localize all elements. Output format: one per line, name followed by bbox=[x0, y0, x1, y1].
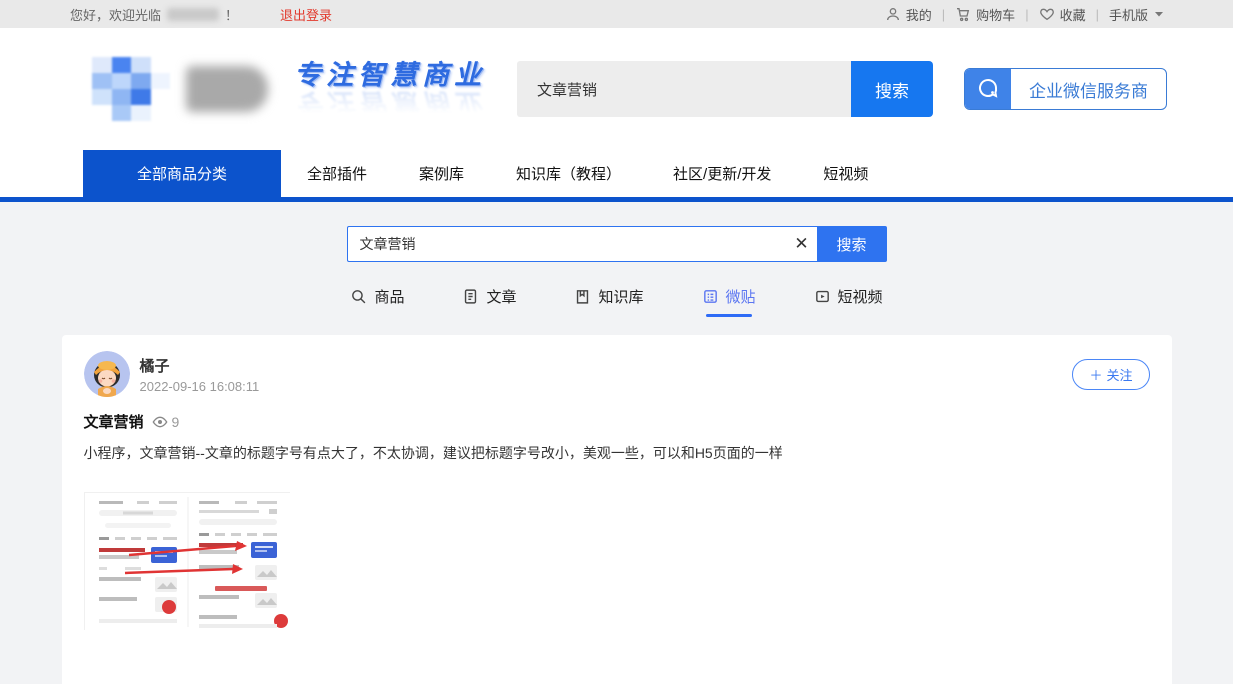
divider: | bbox=[1096, 7, 1099, 22]
tab-articles[interactable]: 文章 bbox=[462, 286, 516, 317]
tab-short-video-label: 短视频 bbox=[838, 286, 883, 307]
result-search-bar: ✕ 搜索 bbox=[347, 226, 887, 262]
tab-articles-label: 文章 bbox=[486, 286, 516, 307]
plus-icon: ＋ bbox=[1089, 365, 1102, 384]
eye-icon bbox=[152, 414, 168, 430]
my-account-link[interactable]: 我的 bbox=[885, 5, 932, 24]
tab-knowledge-label: 知识库 bbox=[598, 286, 643, 307]
user-icon bbox=[885, 6, 901, 22]
post-image-thumbnail[interactable] bbox=[84, 492, 290, 630]
follow-button[interactable]: ＋ 关注 bbox=[1072, 359, 1149, 390]
logout-link[interactable]: 退出登录 bbox=[280, 5, 332, 24]
divider: | bbox=[1025, 7, 1028, 22]
tab-knowledge[interactable]: 知识库 bbox=[574, 286, 643, 317]
wechat-service-badge[interactable]: 企业微信服务商 bbox=[964, 68, 1167, 110]
avatar[interactable] bbox=[84, 351, 130, 397]
view-count: 9 bbox=[172, 414, 180, 430]
header-search-input[interactable] bbox=[517, 61, 851, 117]
cart-link[interactable]: 购物车 bbox=[955, 5, 1015, 24]
tab-short-video[interactable]: 短视频 bbox=[814, 286, 883, 317]
site-header: 专注智慧商业 专注智慧商业 搜索 企业微信服务商 bbox=[0, 28, 1233, 150]
list-icon bbox=[702, 288, 719, 305]
book-icon bbox=[574, 288, 591, 305]
caret-down-icon bbox=[1153, 8, 1165, 20]
video-icon bbox=[814, 288, 831, 305]
nav-item-short-video[interactable]: 短视频 bbox=[797, 150, 894, 197]
my-account-label: 我的 bbox=[906, 5, 932, 24]
greeting-text: 您好，欢迎光临 bbox=[70, 5, 161, 24]
heart-icon bbox=[1039, 6, 1055, 22]
document-icon bbox=[462, 288, 479, 305]
nav-item-cases[interactable]: 案例库 bbox=[393, 150, 490, 197]
tab-products[interactable]: 商品 bbox=[350, 286, 404, 317]
favorites-label: 收藏 bbox=[1060, 5, 1086, 24]
tab-microposts-label: 微贴 bbox=[726, 286, 756, 307]
favorites-link[interactable]: 收藏 bbox=[1039, 5, 1086, 24]
mobile-version-menu[interactable]: 手机版 bbox=[1109, 5, 1165, 24]
cart-icon bbox=[955, 6, 971, 22]
post-card: 橘子 2022-09-16 16:08:11 ＋ 关注 文章营销 9 小程序，文… bbox=[62, 335, 1172, 684]
wechat-bubble-icon bbox=[965, 68, 1011, 110]
nav-item-knowledge[interactable]: 知识库（教程） bbox=[490, 150, 647, 197]
nav-item-community[interactable]: 社区/更新/开发 bbox=[647, 150, 797, 197]
result-tabs: 商品 文章 知识库 微贴 短视频 bbox=[0, 286, 1233, 317]
topbar: 您好，欢迎光临 ！ 退出登录 我的 | 购物车 | 收藏 | 手机版 bbox=[0, 0, 1233, 28]
site-logo[interactable] bbox=[92, 57, 170, 121]
header-search: 搜索 bbox=[517, 61, 933, 117]
post-author[interactable]: 橘子 bbox=[140, 355, 260, 376]
nav-item-plugins[interactable]: 全部插件 bbox=[281, 150, 393, 197]
wechat-badge-label: 企业微信服务商 bbox=[1011, 77, 1166, 102]
brand-tagline-reflection: 专注智慧商业 bbox=[294, 86, 486, 125]
divider: | bbox=[942, 7, 945, 22]
header-search-button[interactable]: 搜索 bbox=[851, 61, 933, 117]
greeting-suffix: ！ bbox=[225, 5, 238, 24]
page-body: ✕ 搜索 商品 文章 知识库 微贴 bbox=[0, 202, 1233, 684]
main-nav: 全部商品分类 全部插件 案例库 知识库（教程） 社区/更新/开发 短视频 bbox=[0, 150, 1233, 202]
result-search-input[interactable] bbox=[348, 236, 787, 252]
post-time: 2022-09-16 16:08:11 bbox=[140, 379, 260, 394]
post-body: 小程序，文章营销--文章的标题字号有点大了，不太协调，建议把标题字号改小，美观一… bbox=[84, 443, 1150, 464]
magnifier-icon bbox=[350, 288, 367, 305]
nav-item-all-categories[interactable]: 全部商品分类 bbox=[83, 150, 281, 197]
tab-microposts[interactable]: 微贴 bbox=[702, 286, 756, 317]
clear-search-icon[interactable]: ✕ bbox=[787, 234, 817, 254]
cart-label: 购物车 bbox=[976, 5, 1015, 24]
blurred-username bbox=[167, 8, 219, 21]
result-search-button[interactable]: 搜索 bbox=[817, 226, 887, 262]
follow-button-label: 关注 bbox=[1106, 365, 1132, 384]
post-title[interactable]: 文章营销 bbox=[84, 411, 144, 432]
mobile-version-label: 手机版 bbox=[1109, 5, 1148, 24]
blurred-brand-name bbox=[186, 66, 268, 112]
tab-products-label: 商品 bbox=[374, 286, 404, 307]
